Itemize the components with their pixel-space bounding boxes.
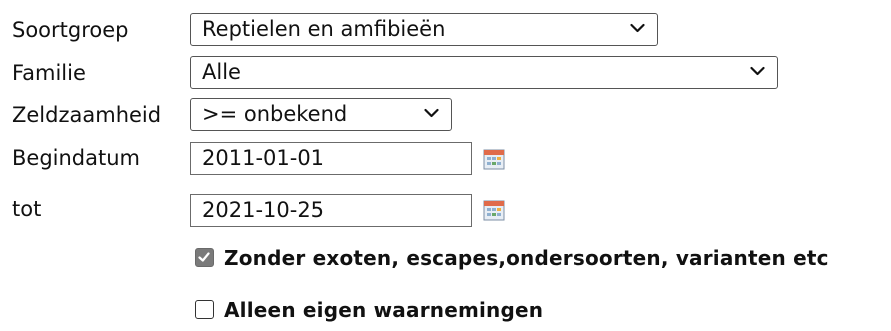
calendar-icon[interactable] (483, 148, 505, 170)
einddatum-input[interactable]: 2021-10-25 (190, 194, 472, 227)
familie-value: Alle (202, 60, 241, 84)
zeldzaamheid-select[interactable]: >= onbekend (190, 98, 452, 131)
soortgroep-select[interactable]: Reptielen en amfibieën (190, 13, 658, 46)
zonder-exoten-label[interactable]: Zonder exoten, escapes,ondersoorten, var… (224, 245, 829, 271)
begindatum-value: 2011-01-01 (202, 146, 325, 170)
chevron-down-icon (424, 108, 439, 118)
begindatum-label: Begindatum (12, 146, 140, 170)
familie-label: Familie (12, 61, 86, 85)
familie-select[interactable]: Alle (190, 56, 778, 89)
zonder-exoten-checkbox[interactable] (195, 248, 214, 267)
soortgroep-label: Soortgroep (12, 18, 129, 42)
soortgroep-value: Reptielen en amfibieën (202, 17, 446, 41)
calendar-icon[interactable] (483, 199, 505, 221)
checkmark-icon (198, 252, 210, 262)
alleen-eigen-label[interactable]: Alleen eigen waarnemingen (224, 297, 543, 323)
alleen-eigen-checkbox[interactable] (195, 300, 214, 319)
chevron-down-icon (750, 66, 765, 76)
begindatum-input[interactable]: 2011-01-01 (190, 142, 472, 175)
zeldzaamheid-value: >= onbekend (202, 102, 348, 126)
zeldzaamheid-label: Zeldzaamheid (12, 103, 162, 127)
einddatum-label: tot (12, 197, 42, 221)
chevron-down-icon (630, 23, 645, 33)
einddatum-value: 2021-10-25 (202, 198, 325, 222)
